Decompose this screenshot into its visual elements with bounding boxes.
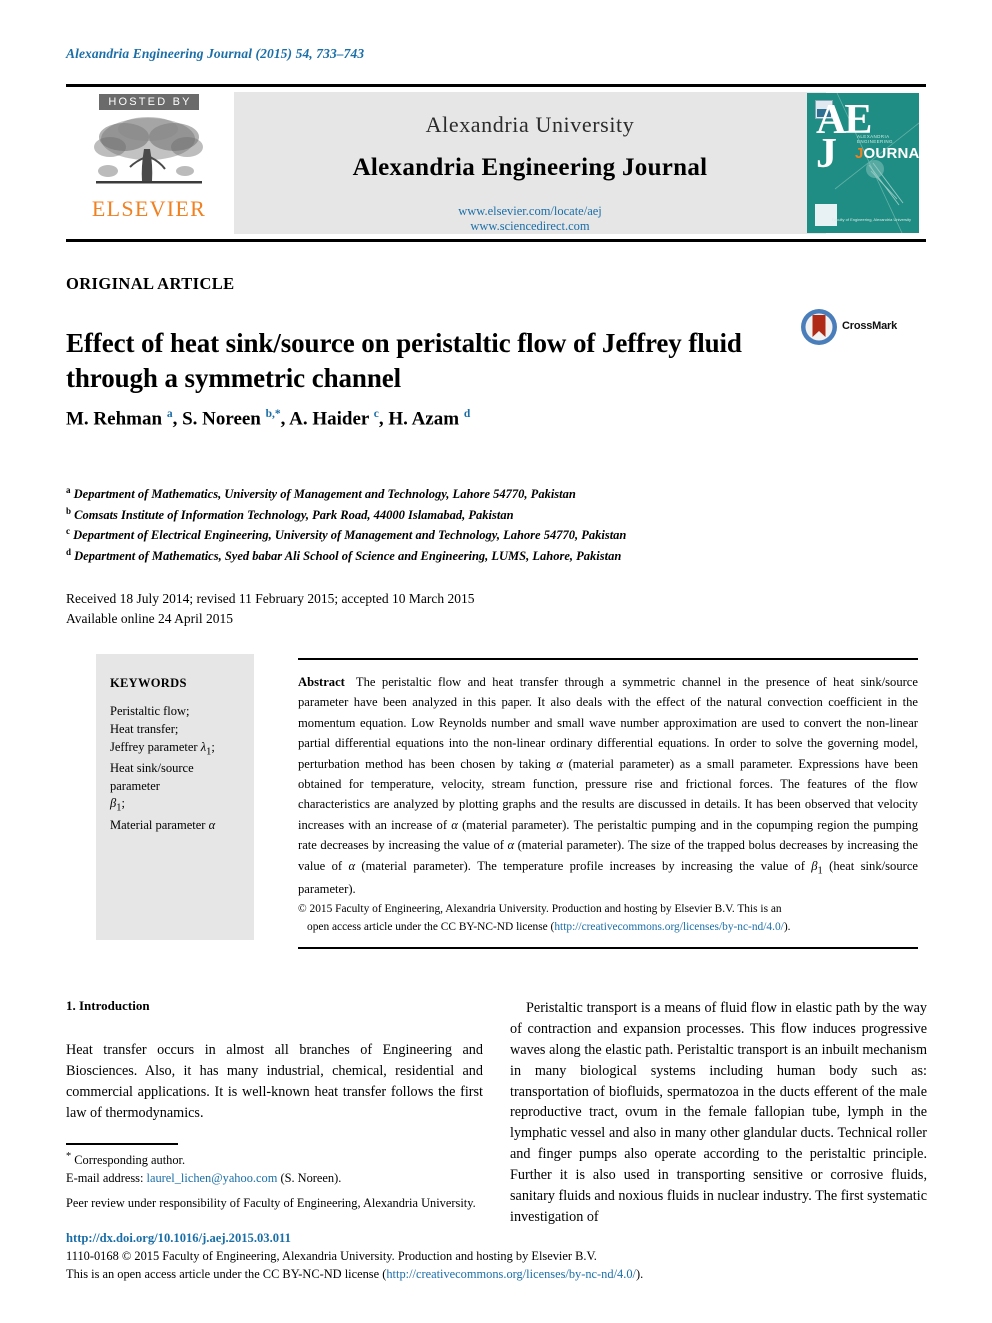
affiliation-item: d Department of Mathematics, Syed babar … bbox=[66, 546, 856, 567]
affiliation-text: Department of Electrical Engineering, Un… bbox=[73, 528, 627, 543]
footer-license-line: This is an open access article under the… bbox=[66, 1266, 766, 1284]
journal-article-page: Alexandria Engineering Journal (2015) 54… bbox=[0, 0, 992, 1323]
cover-footer-text: Faculty of Engineering, Alexandria Unive… bbox=[831, 217, 911, 222]
abstract-section: Abstract The peristaltic flow and heat tr… bbox=[298, 658, 918, 949]
affiliation-mark: d bbox=[66, 546, 72, 557]
intro-paragraph-left: Heat transfer occurs in almost all branc… bbox=[66, 1042, 483, 1121]
abstract-license-pre: open access article under the CC BY-NC-N… bbox=[307, 920, 555, 933]
keywords-list: Peristaltic flow; Heat transfer; Jeffrey p… bbox=[110, 704, 216, 832]
affiliation-list: a Department of Mathematics, University … bbox=[66, 484, 856, 566]
footer-license-post: ). bbox=[635, 1266, 644, 1281]
cover-journal-j: J bbox=[855, 145, 864, 162]
body-column-left: 1. Introduction Heat transfer occurs in … bbox=[66, 998, 483, 1124]
corresponding-author-text: Corresponding author. bbox=[74, 1153, 186, 1168]
elsevier-tree-icon bbox=[90, 113, 208, 197]
section-heading-introduction: 1. Introduction bbox=[66, 998, 150, 1013]
page-footer-copyright: 1110-0168 © 2015 Faculty of Engineering,… bbox=[66, 1248, 766, 1284]
keywords-panel: KEYWORDS Peristaltic flow; Heat transfer;… bbox=[96, 654, 254, 940]
body-column-right: Peristaltic transport is a means of flui… bbox=[510, 998, 927, 1228]
cover-journal-rest: OURNAL bbox=[863, 145, 919, 162]
affiliation-mark: b bbox=[66, 505, 72, 516]
abstract-copyright: © 2015 Faculty of Engineering, Alexandri… bbox=[298, 901, 918, 935]
email-address[interactable]: laurel_lichen@yahoo.com bbox=[147, 1171, 278, 1185]
affiliation-mark: a bbox=[66, 485, 71, 495]
sciencedirect-url[interactable]: www.sciencedirect.com bbox=[234, 219, 826, 234]
email-label: E-mail address: bbox=[66, 1170, 144, 1185]
peer-review-note: Peer review under responsibility of Facu… bbox=[66, 1196, 476, 1211]
journal-cover-thumbnail: AE J ALEXANDRIA ENGINEERING JOURNAL Facu… bbox=[807, 93, 919, 233]
affiliation-text: Comsats Institute of Information Technol… bbox=[74, 507, 514, 522]
affiliation-text: Department of Mathematics, University of… bbox=[73, 487, 576, 502]
journal-urls: www.elsevier.com/locate/aej www.scienced… bbox=[234, 204, 826, 234]
affiliation-item: a Department of Mathematics, University … bbox=[66, 484, 856, 505]
doi-link[interactable]: http://dx.doi.org/10.1016/j.aej.2015.03.… bbox=[66, 1231, 291, 1246]
email-suffix: (S. Noreen). bbox=[280, 1170, 342, 1185]
elsevier-logo-block: HOSTED BY ELSEVIER bbox=[74, 92, 224, 234]
crossmark-label: CrossMark bbox=[842, 320, 898, 332]
asterisk-icon: * bbox=[66, 1151, 72, 1162]
abstract-label: Abstract bbox=[298, 675, 345, 689]
crossmark-icon bbox=[801, 309, 837, 345]
university-name: Alexandria University bbox=[425, 112, 635, 137]
abstract-license-post: ). bbox=[783, 920, 791, 933]
keywords-heading: KEYWORDS bbox=[110, 676, 187, 690]
footnote-rule bbox=[66, 1143, 178, 1145]
abstract-body: Abstract The peristaltic flow and heat tr… bbox=[298, 672, 918, 899]
affiliation-item: b Comsats Institute of Information Techn… bbox=[66, 505, 856, 526]
footer-license-url[interactable]: http://creativecommons.org/licenses/by-n… bbox=[386, 1267, 636, 1281]
elsevier-wordmark: ELSEVIER bbox=[91, 196, 207, 221]
abstract-bottom-rule bbox=[298, 946, 918, 949]
abstract-license-url[interactable]: http://creativecommons.org/licenses/by-n… bbox=[554, 921, 783, 933]
journal-title: Alexandria Engineering Journal bbox=[352, 154, 708, 181]
issn-copyright-line: 1110-0168 © 2015 Faculty of Engineering,… bbox=[66, 1249, 597, 1263]
received-line: Received 18 July 2014; revised 11 Februa… bbox=[66, 591, 475, 606]
corresponding-author-note: * Corresponding author. bbox=[66, 1150, 486, 1170]
available-online-line: Available online 24 April 2015 bbox=[66, 610, 233, 626]
abstract-copyright-line1: © 2015 Faculty of Engineering, Alexandri… bbox=[298, 903, 782, 916]
article-history: Received 18 July 2014; revised 11 Februa… bbox=[66, 589, 475, 628]
intro-paragraph-right: Peristaltic transport is a means of flui… bbox=[510, 1000, 927, 1225]
page-title: Effect of heat sink/source on peristalti… bbox=[66, 328, 742, 393]
crossmark-badge[interactable]: CrossMark bbox=[800, 308, 912, 348]
author-list: M. Rehman a, S. Noreen b,*, A. Haider c,… bbox=[66, 408, 471, 430]
affiliation-mark: c bbox=[66, 526, 70, 537]
masthead-bottom-rule bbox=[66, 239, 926, 242]
journal-locate-url[interactable]: www.elsevier.com/locate/aej bbox=[234, 204, 826, 219]
abstract-text: The peristaltic flow and heat transfer t… bbox=[298, 675, 919, 897]
abstract-top-rule bbox=[298, 658, 918, 660]
cover-letter-j: J bbox=[816, 131, 837, 178]
footer-license-pre: This is an open access article under the… bbox=[66, 1266, 387, 1281]
cover-subtitle: ALEXANDRIA ENGINEERING bbox=[857, 134, 893, 144]
running-head: Alexandria Engineering Journal (2015) 54… bbox=[66, 46, 365, 61]
hosted-by-badge: HOSTED BY bbox=[99, 94, 199, 110]
email-note: E-mail address: laurel_lichen@yahoo.com … bbox=[66, 1170, 486, 1188]
journal-masthead: HOSTED BY ELSEVIER Alexandria University… bbox=[66, 84, 926, 242]
journal-banner: Alexandria University Alexandria Enginee… bbox=[234, 92, 826, 234]
article-type-label: ORIGINAL ARTICLE bbox=[66, 274, 235, 293]
footnote-block: * Corresponding author. E-mail address: … bbox=[66, 1143, 486, 1213]
affiliation-item: c Department of Electrical Engineering, … bbox=[66, 525, 856, 546]
masthead-top-rule bbox=[66, 84, 926, 87]
abstract-license-line: open access article under the CC BY-NC-N… bbox=[298, 919, 918, 936]
cover-journal-word: JOURNAL bbox=[855, 145, 919, 162]
affiliation-text: Department of Mathematics, Syed babar Al… bbox=[74, 548, 622, 563]
